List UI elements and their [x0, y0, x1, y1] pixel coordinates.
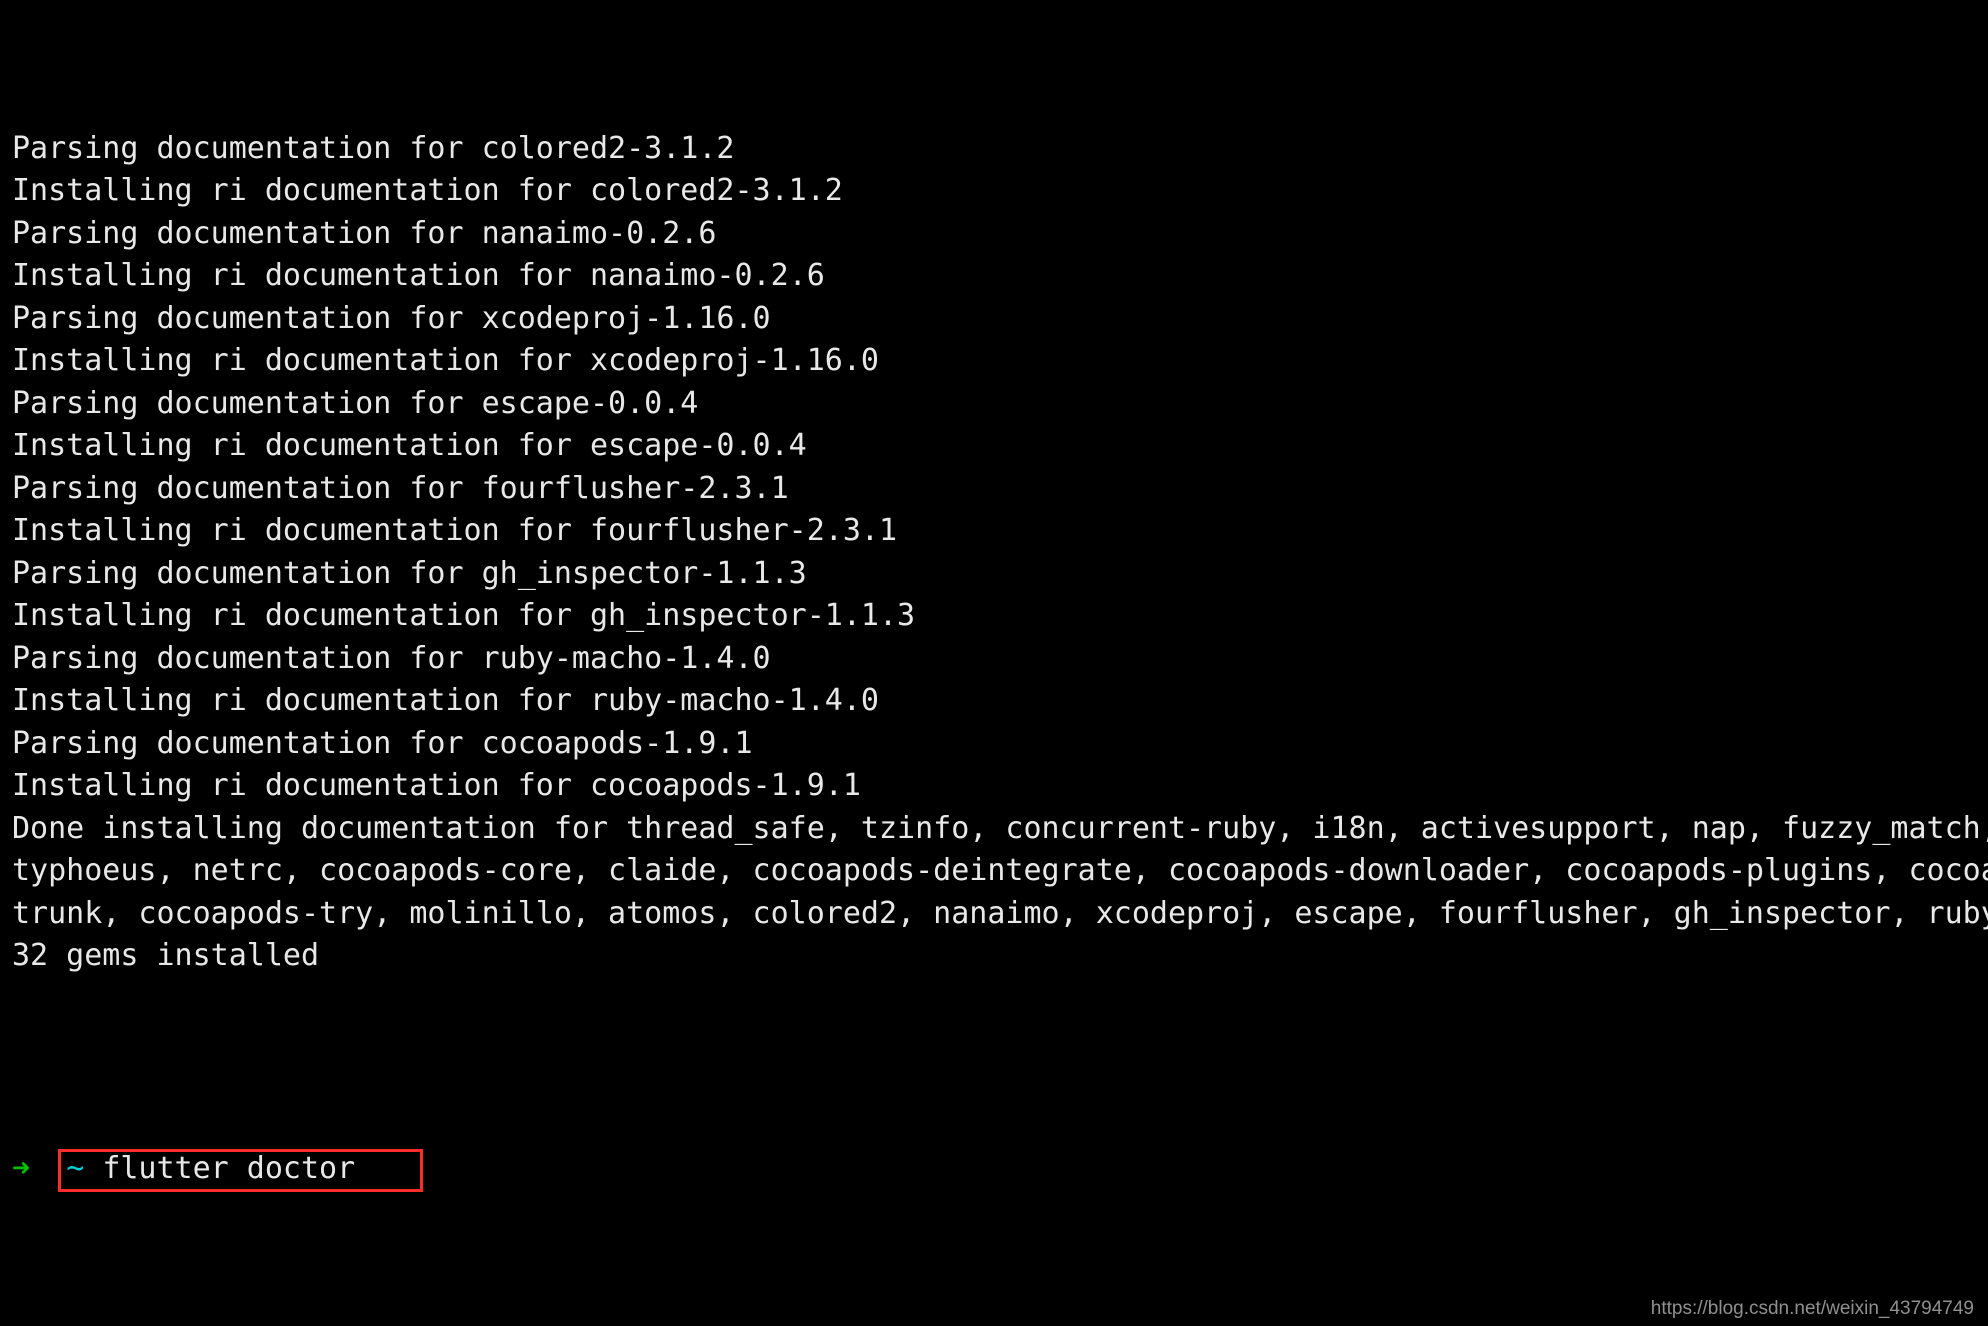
- gem-install-line: Parsing documentation for cocoapods-1.9.…: [12, 723, 1976, 766]
- typed-command: flutter doctor: [102, 1151, 355, 1186]
- gem-install-line: Done installing documentation for thread…: [12, 808, 1976, 851]
- gem-install-line: Installing ri documentation for fourflus…: [12, 510, 1976, 553]
- gem-install-line: Parsing documentation for nanaimo-0.2.6: [12, 213, 1976, 256]
- gem-install-line: Parsing documentation for gh_inspector-1…: [12, 553, 1976, 596]
- gem-install-line: Installing ri documentation for gh_inspe…: [12, 595, 1976, 638]
- gem-install-line: Installing ri documentation for escape-0…: [12, 425, 1976, 468]
- gem-install-line: Installing ri documentation for cocoapod…: [12, 765, 1976, 808]
- gem-install-line: Installing ri documentation for nanaimo-…: [12, 255, 1976, 298]
- gem-install-line: Parsing documentation for fourflusher-2.…: [12, 468, 1976, 511]
- prompt-arrow-icon: ➜: [12, 1151, 30, 1186]
- gem-install-line: 32 gems installed: [12, 935, 1976, 978]
- terminal-output[interactable]: Parsing documentation for colored2-3.1.2…: [0, 0, 1988, 1326]
- prompt-line-command[interactable]: ➜ ~ flutter doctor: [12, 1148, 1976, 1191]
- prompt-cwd: ~: [66, 1151, 84, 1186]
- gem-install-line: typhoeus, netrc, cocoapods-core, claide,…: [12, 850, 1976, 893]
- gem-install-line: Installing ri documentation for xcodepro…: [12, 340, 1976, 383]
- gem-install-line: Installing ri documentation for ruby-mac…: [12, 680, 1976, 723]
- gem-install-line: Parsing documentation for colored2-3.1.2: [12, 128, 1976, 171]
- gem-install-line: Parsing documentation for xcodeproj-1.16…: [12, 298, 1976, 341]
- gem-install-line: Parsing documentation for ruby-macho-1.4…: [12, 638, 1976, 681]
- gem-install-line: Parsing documentation for escape-0.0.4: [12, 383, 1976, 426]
- gem-install-line: trunk, cocoapods-try, molinillo, atomos,…: [12, 893, 1976, 936]
- gem-install-line: Installing ri documentation for colored2…: [12, 170, 1976, 213]
